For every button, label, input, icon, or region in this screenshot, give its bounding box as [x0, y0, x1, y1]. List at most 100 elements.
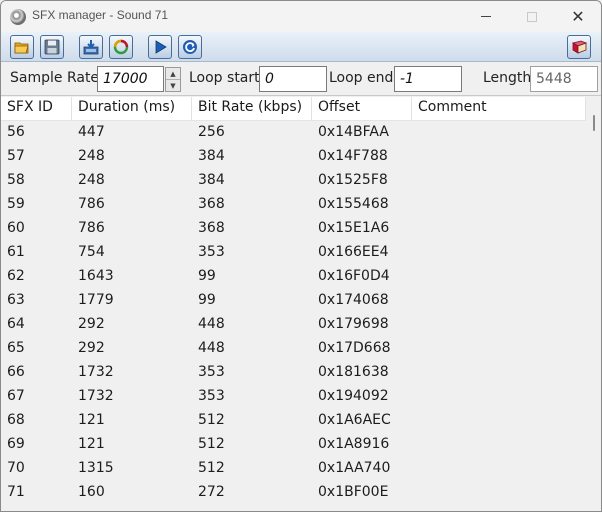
cell-offset: 0x14BFAA [318, 124, 389, 140]
table-row[interactable]: 62 1643 99 0x16F0D4 [1, 265, 586, 289]
cell-comment [412, 217, 424, 241]
sample-rate-input[interactable]: 17000 [97, 66, 164, 92]
cell-duration: 1315 [78, 460, 114, 476]
cell-comment [412, 361, 424, 385]
maximize-button[interactable] [509, 1, 555, 32]
cell-bit-rate: 384 [198, 148, 225, 164]
cell-offset: 0x1A8916 [318, 436, 390, 452]
close-button[interactable]: ✕ [555, 1, 601, 32]
table-row[interactable]: 60 786 368 0x15E1A6 [1, 217, 586, 241]
cell-sfx-id: 71 [7, 484, 25, 500]
toolbar [1, 32, 601, 62]
cell-comment [412, 385, 424, 409]
table-row[interactable]: 59 786 368 0x155468 [1, 193, 586, 217]
cell-bit-rate: 512 [198, 460, 225, 476]
length-field: 5448 [530, 66, 598, 92]
table-row[interactable]: 56 447 256 0x14BFAA [1, 121, 586, 145]
cell-bit-rate: 368 [198, 220, 225, 236]
column-header-bit-rate[interactable]: Bit Rate (kbps) [192, 97, 312, 121]
sample-rate-label: Sample Rate [10, 70, 100, 86]
vertical-scrollbar[interactable] [586, 97, 601, 511]
table-row[interactable]: 70 1315 512 0x1AA740 [1, 457, 586, 481]
open-button[interactable] [10, 35, 34, 59]
column-header-comment[interactable]: Comment [412, 97, 586, 121]
cell-bit-rate: 448 [198, 340, 225, 356]
sfx-list[interactable]: SFX ID Duration (ms) Bit Rate (kbps) Off… [1, 97, 601, 511]
cell-comment [412, 313, 424, 337]
cell-sfx-id: 67 [7, 388, 25, 404]
loop-icon [183, 40, 197, 54]
table-row[interactable]: 66 1732 353 0x181638 [1, 361, 586, 385]
cell-sfx-id: 63 [7, 292, 25, 308]
loop-start-label: Loop start [189, 70, 260, 86]
minimize-button[interactable] [463, 1, 509, 32]
cell-bit-rate: 99 [198, 268, 216, 284]
close-icon: ✕ [571, 6, 585, 26]
cell-sfx-id: 59 [7, 196, 25, 212]
cell-offset: 0x14F788 [318, 148, 388, 164]
cell-sfx-id: 64 [7, 316, 25, 332]
cell-bit-rate: 256 [198, 124, 225, 140]
cell-offset: 0x174068 [318, 292, 389, 308]
cell-duration: 1643 [78, 268, 114, 284]
cell-offset: 0x181638 [318, 364, 389, 380]
table-row[interactable]: 69 121 512 0x1A8916 [1, 433, 586, 457]
cell-bit-rate: 512 [198, 436, 225, 452]
minimize-icon [481, 16, 491, 17]
title-bar[interactable]: SFX manager - Sound 71 ✕ [1, 1, 601, 32]
table-row[interactable]: 57 248 384 0x14F788 [1, 145, 586, 169]
spin-down-icon[interactable]: ▼ [166, 80, 180, 92]
cell-offset: 0x155468 [318, 196, 389, 212]
table-row[interactable]: 58 248 384 0x1525F8 [1, 169, 586, 193]
speaker-app-icon [10, 9, 26, 25]
cell-comment [412, 241, 424, 265]
cell-bit-rate: 353 [198, 364, 225, 380]
play-button[interactable] [148, 35, 172, 59]
cell-offset: 0x16F0D4 [318, 268, 390, 284]
column-header-sfx-id[interactable]: SFX ID [1, 97, 72, 121]
table-row[interactable]: 71 160 272 0x1BF00E [1, 481, 586, 505]
cell-sfx-id: 69 [7, 436, 25, 452]
save-button[interactable] [40, 35, 64, 59]
list-rows: 56 447 256 0x14BFAA 57 248 384 0x14F788 58 248 384… [1, 121, 586, 505]
cell-offset: 0x17D668 [318, 340, 391, 356]
loop-button[interactable] [178, 35, 202, 59]
cell-bit-rate: 272 [198, 484, 225, 500]
cell-offset: 0x179698 [318, 316, 389, 332]
import-button[interactable] [79, 35, 103, 59]
table-row[interactable]: 65 292 448 0x17D668 [1, 337, 586, 361]
play-icon [155, 40, 167, 54]
table-row[interactable]: 67 1732 353 0x194092 [1, 385, 586, 409]
cell-offset: 0x1AA740 [318, 460, 391, 476]
scrollbar-thumb[interactable] [593, 115, 595, 131]
cell-offset: 0x194092 [318, 388, 389, 404]
cell-duration: 786 [78, 220, 105, 236]
cell-comment [412, 457, 424, 481]
recycle-icon [113, 39, 129, 55]
cell-offset: 0x15E1A6 [318, 220, 390, 236]
loop-end-input[interactable]: -1 [394, 66, 462, 92]
cell-offset: 0x1525F8 [318, 172, 388, 188]
cell-comment [412, 169, 424, 193]
cell-sfx-id: 60 [7, 220, 25, 236]
cell-duration: 292 [78, 340, 105, 356]
cell-duration: 754 [78, 244, 105, 260]
column-header-offset[interactable]: Offset [312, 97, 412, 121]
folder-open-icon [14, 42, 29, 54]
table-row[interactable]: 61 754 353 0x166EE4 [1, 241, 586, 265]
sample-rate-spinner[interactable]: ▲ ▼ [165, 67, 181, 92]
replace-button[interactable] [109, 35, 133, 59]
column-header-duration[interactable]: Duration (ms) [72, 97, 192, 121]
table-row[interactable]: 63 1779 99 0x174068 [1, 289, 586, 313]
cell-duration: 121 [78, 412, 105, 428]
spin-up-icon[interactable]: ▲ [166, 68, 180, 80]
loop-start-input[interactable]: 0 [259, 66, 327, 92]
table-row[interactable]: 68 121 512 0x1A6AEC [1, 409, 586, 433]
cell-comment [412, 289, 424, 313]
help-button[interactable] [567, 35, 591, 59]
cell-sfx-id: 65 [7, 340, 25, 356]
table-row[interactable]: 64 292 448 0x179698 [1, 313, 586, 337]
cell-offset: 0x166EE4 [318, 244, 389, 260]
cell-duration: 292 [78, 316, 105, 332]
cell-duration: 1779 [78, 292, 114, 308]
